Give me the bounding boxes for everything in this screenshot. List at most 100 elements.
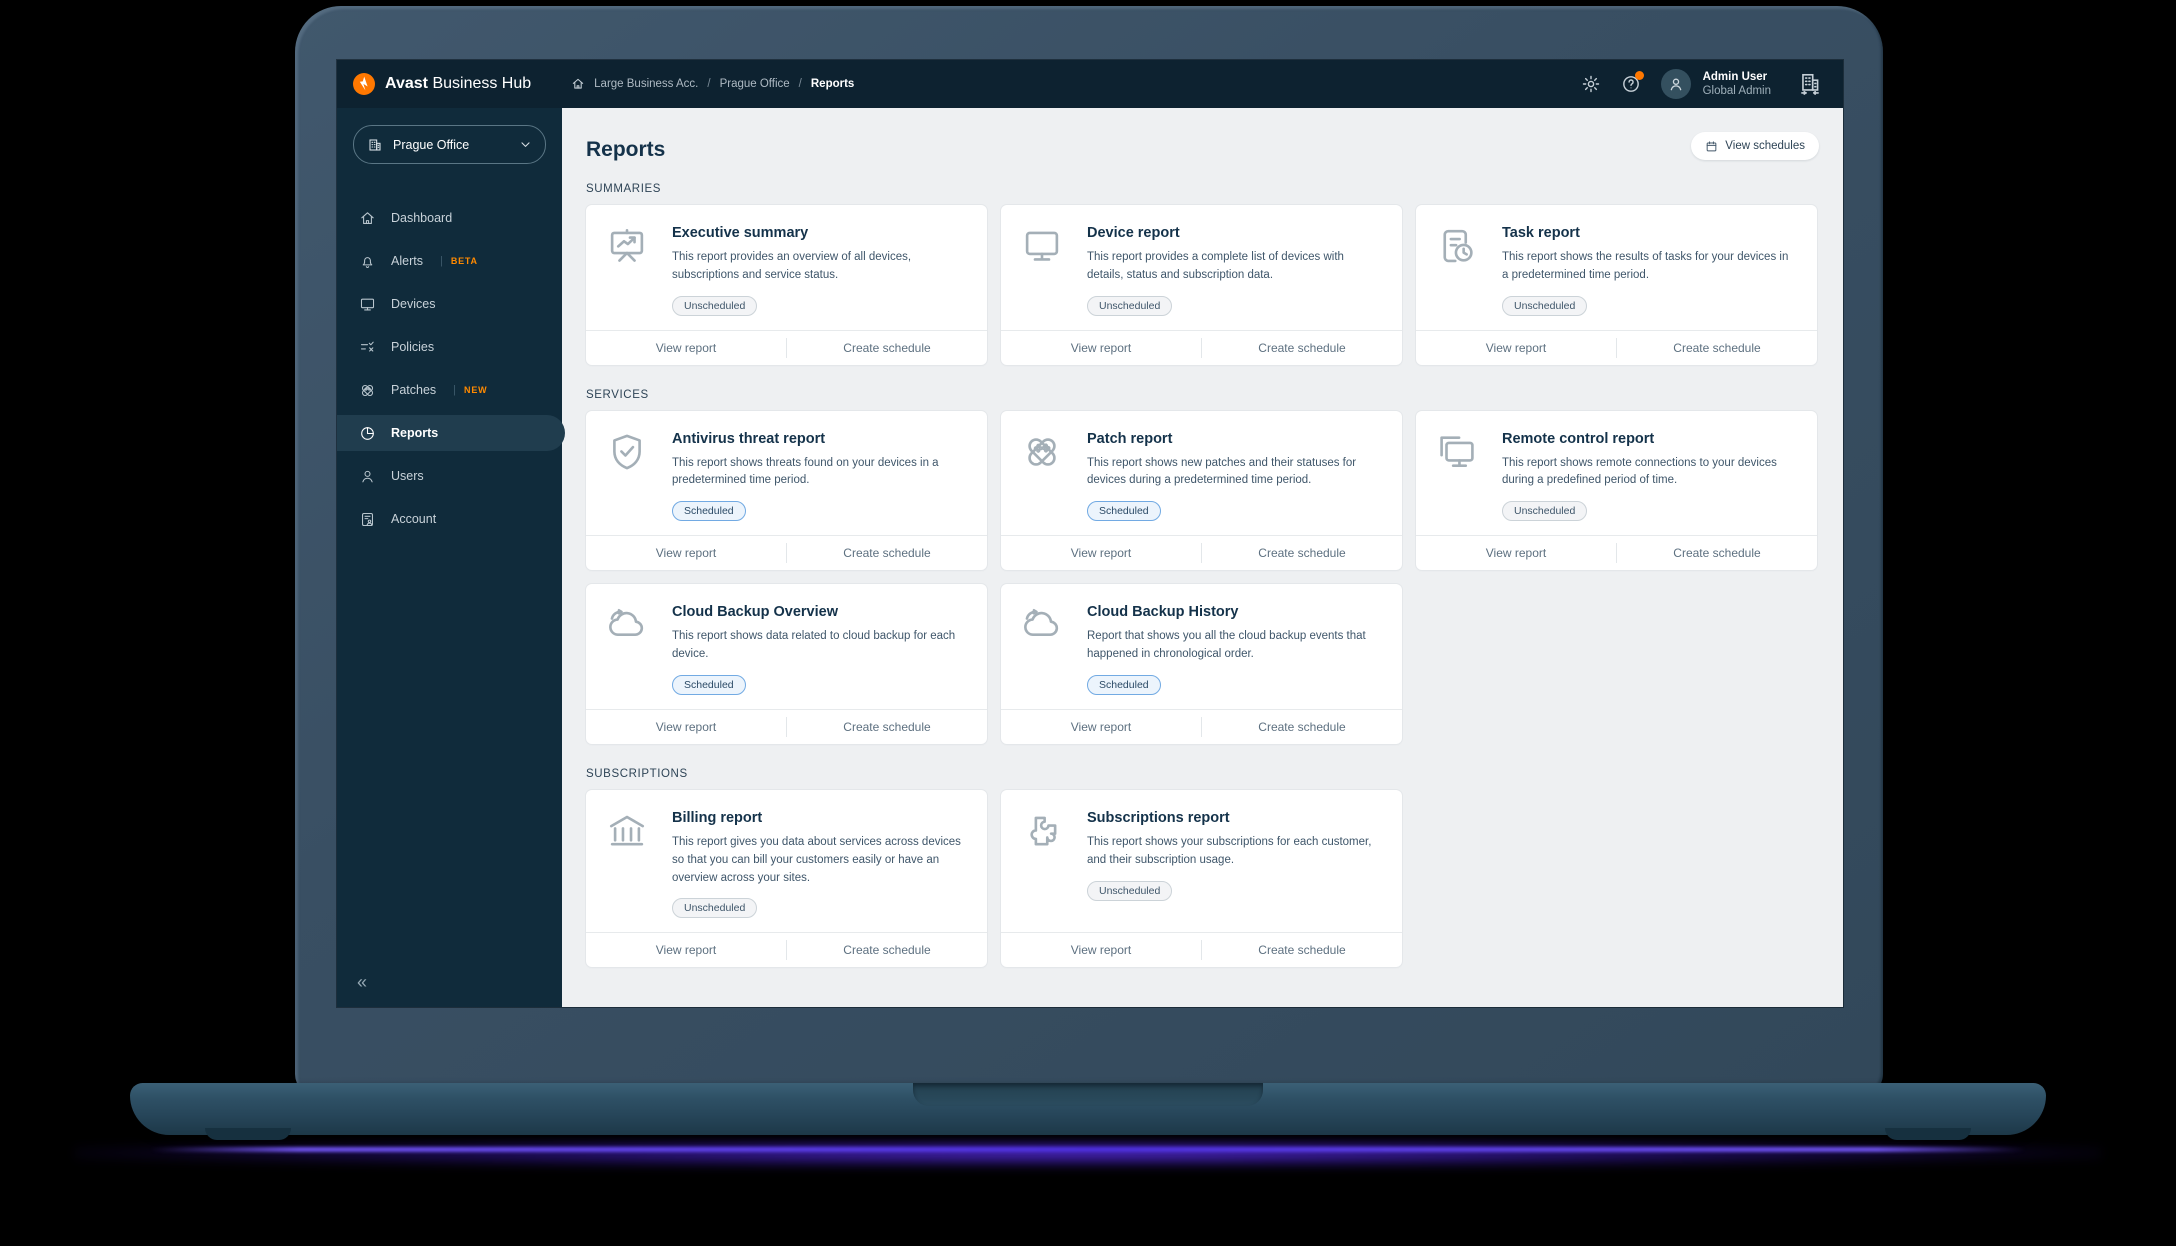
- building-icon: [367, 137, 383, 153]
- stage: Avast Business Hub Large Business Acc. / P…: [0, 0, 2176, 1246]
- app-window: Avast Business Hub Large Business Acc. / P…: [337, 60, 1843, 1007]
- view-report-link[interactable]: View report: [1001, 710, 1201, 744]
- view-report-link[interactable]: View report: [1001, 331, 1201, 365]
- home-icon: [359, 210, 376, 227]
- sidebar-item-account[interactable]: Account: [337, 501, 565, 537]
- laptop-foot-left: [205, 1128, 291, 1140]
- card-patch-report: Patch report This report shows new patch…: [1001, 410, 1402, 571]
- sidebar-item-label: Patches: [391, 383, 437, 397]
- card-title: Task report: [1502, 225, 1580, 241]
- card-description: This report shows your subscriptions for…: [1087, 835, 1372, 866]
- breadcrumb-separator: /: [707, 78, 711, 90]
- card-title: Antivirus threat report: [672, 430, 826, 447]
- breadcrumb-separator: /: [798, 78, 802, 90]
- laptop-foot-right: [1885, 1128, 1971, 1140]
- sidebar-item-policies[interactable]: Policies: [337, 329, 565, 365]
- site-selector[interactable]: Prague Office: [353, 125, 546, 164]
- app-body: Prague Office Dashboard Alerts | BETA Dev…: [337, 108, 1843, 1007]
- card-description: This report shows the results of tasks f…: [1502, 251, 1789, 281]
- home-breadcrumb-icon[interactable]: [571, 77, 585, 91]
- create-schedule-link[interactable]: Create schedule: [1617, 331, 1817, 365]
- bell-icon: [359, 253, 376, 270]
- status-badge: Unscheduled: [1502, 501, 1588, 522]
- sidebar-item-label: Policies: [391, 340, 435, 354]
- create-schedule-link[interactable]: Create schedule: [1202, 933, 1402, 967]
- card-footer: View report Create schedule: [586, 932, 987, 967]
- card-task-report: Task report This report shows the result…: [1416, 205, 1817, 365]
- create-schedule-link[interactable]: Create schedule: [787, 710, 987, 744]
- sidebar-item-label: Dashboard: [391, 211, 453, 225]
- section-label: SUMMARIES: [586, 183, 662, 195]
- laptop-base: [130, 1083, 2046, 1135]
- sidebar-item-users[interactable]: Users: [337, 458, 565, 494]
- patches-icon: [1021, 429, 1065, 522]
- card-description: This report provides a complete list of …: [1087, 251, 1344, 281]
- avatar[interactable]: [1660, 69, 1691, 99]
- sidebar-item-label: Users: [391, 469, 424, 483]
- card-device-report: Device report This report provides a com…: [1001, 205, 1402, 365]
- task-clock-icon: [1436, 223, 1480, 316]
- view-schedules-button[interactable]: View schedules: [1691, 132, 1819, 160]
- view-report-link[interactable]: View report: [586, 933, 786, 967]
- card-description: Report that shows you all the cloud back…: [1087, 630, 1366, 661]
- create-schedule-link[interactable]: Create schedule: [787, 331, 987, 365]
- report-section: SERVICES Antivirus threat report This re…: [586, 389, 1819, 744]
- laptop-glow: [75, 1138, 2101, 1168]
- sidebar-item-reports[interactable]: Reports: [337, 415, 565, 451]
- card-title: Device report: [1087, 225, 1180, 241]
- view-report-link[interactable]: View report: [586, 331, 786, 365]
- create-schedule-link[interactable]: Create schedule: [1202, 710, 1402, 744]
- view-report-link[interactable]: View report: [1001, 933, 1201, 967]
- help-icon[interactable]: [1621, 71, 1644, 94]
- create-schedule-link[interactable]: Create schedule: [1202, 331, 1402, 365]
- user-role: Global Admin: [1702, 85, 1771, 97]
- card-antivirus-threat-report: Antivirus threat report This report show…: [586, 410, 987, 571]
- sidebar-item-label: Devices: [391, 297, 436, 311]
- card-grid: Antivirus threat report This report show…: [586, 410, 1819, 744]
- user-name: Admin User: [1702, 70, 1768, 83]
- create-schedule-link[interactable]: Create schedule: [787, 933, 987, 967]
- card-description: This report gives you data about service…: [672, 835, 961, 884]
- view-report-link[interactable]: View report: [1416, 536, 1616, 570]
- notification-dot: [1634, 71, 1644, 80]
- company-switcher-icon[interactable]: [1797, 71, 1823, 97]
- create-schedule-link[interactable]: Create schedule: [787, 536, 987, 570]
- sidebar-item-alerts[interactable]: Alerts | BETA: [337, 243, 565, 279]
- sidebar-item-patches[interactable]: Patches | NEW: [337, 372, 565, 408]
- card-title: Remote control report: [1502, 430, 1655, 447]
- user-icon: [359, 468, 376, 485]
- card-footer: View report Create schedule: [1001, 535, 1402, 570]
- status-badge: Unscheduled: [1087, 880, 1173, 901]
- breadcrumb-item-large-business-acc[interactable]: Large Business Acc.: [594, 78, 698, 90]
- card-title: Cloud Backup Overview: [672, 604, 838, 621]
- brand-name: Avast Business Hub: [385, 75, 532, 92]
- sidebar-item-label: Account: [391, 512, 437, 526]
- create-schedule-link[interactable]: Create schedule: [1202, 536, 1402, 570]
- site-label: Prague Office: [393, 137, 470, 152]
- card-title: Subscriptions report: [1087, 809, 1230, 826]
- report-sections: SUMMARIES Executive summary This report …: [586, 183, 1819, 968]
- card-description: This report provides an overview of all …: [672, 251, 912, 281]
- bank-icon: [606, 808, 650, 918]
- cloud-backup-icon: [606, 602, 650, 695]
- card-grid: Executive summary This report provides a…: [586, 205, 1819, 365]
- view-report-link[interactable]: View report: [1416, 331, 1616, 365]
- user-meta[interactable]: Admin User Global Admin: [1703, 70, 1771, 99]
- card-footer: View report Create schedule: [1001, 708, 1402, 744]
- sidebar-item-devices[interactable]: Devices: [337, 286, 565, 322]
- view-report-link[interactable]: View report: [1001, 536, 1201, 570]
- breadcrumb-item-reports: Reports: [810, 78, 855, 90]
- breadcrumb-item-prague-office[interactable]: Prague Office: [720, 78, 790, 90]
- sidebar-nav: Dashboard Alerts | BETA Devices Policies …: [337, 200, 565, 537]
- card-title: Cloud Backup History: [1087, 604, 1239, 621]
- card-title: Patch report: [1087, 430, 1173, 447]
- monitor-icon: [1021, 223, 1065, 316]
- sidebar-item-dashboard[interactable]: Dashboard: [337, 200, 565, 236]
- create-schedule-link[interactable]: Create schedule: [1617, 536, 1817, 570]
- card-grid: Billing report This report gives you dat…: [586, 789, 1819, 968]
- puzzle-shield-icon: [1021, 808, 1065, 918]
- view-report-link[interactable]: View report: [586, 710, 786, 744]
- sidebar-collapse-button[interactable]: «: [357, 972, 367, 993]
- settings-gear-icon[interactable]: [1581, 74, 1601, 94]
- view-report-link[interactable]: View report: [586, 536, 786, 570]
